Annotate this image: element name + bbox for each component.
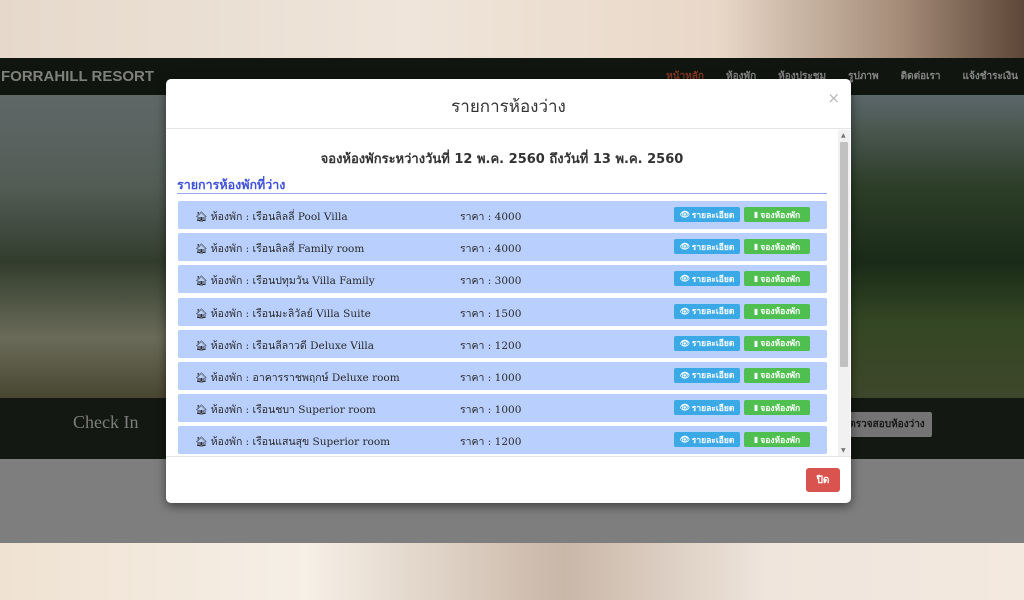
room-list: 🏠︎ ห้องพัก : เรือนลิลลี่ Pool Villa ราคา … [178, 201, 827, 456]
modal-title: รายการห้องว่าง [451, 97, 566, 117]
section-divider [177, 193, 827, 194]
home-icon: 🏠︎ [195, 437, 208, 449]
room-row: 🏠︎ ห้องพัก : เรือนลีลาวดี Deluxe Villa รา… [178, 329, 827, 358]
eye-icon: 👁︎ [679, 274, 690, 284]
book-room-button[interactable]: ▮ จองห้องพัก [744, 303, 810, 319]
scroll-down-icon[interactable]: ▼ [841, 447, 846, 454]
room-price: ราคา : 1500 [460, 307, 522, 320]
room-row: 🏠︎ ห้องพัก : เรือนมะลิวัลย์ Villa Suite ร… [178, 297, 827, 326]
room-detail-button[interactable]: 👁︎ รายละเอียด [674, 271, 740, 287]
home-icon: 🏠︎ [195, 405, 208, 417]
book-icon: ▮ [753, 370, 759, 380]
book-room-button[interactable]: ▮ จองห้องพัก [744, 207, 810, 222]
book-icon: ▮ [753, 210, 759, 219]
book-icon: ▮ [753, 403, 759, 413]
home-icon: 🏠︎ [195, 276, 208, 288]
room-detail-button[interactable]: 👁︎ รายละเอียด [674, 303, 740, 319]
eye-icon: 👁︎ [679, 403, 690, 413]
room-detail-button[interactable]: 👁︎ รายละเอียด [674, 400, 740, 416]
room-name: 🏠︎ ห้องพัก : เรือนลิลลี่ Pool Villa [195, 211, 348, 223]
room-detail-button[interactable]: 👁︎ รายละเอียด [674, 367, 740, 383]
modal-footer: ปิด [166, 456, 851, 503]
room-name: 🏠︎ ห้องพัก : เรือนลิลลี่ Family room [195, 243, 365, 256]
book-icon: ▮ [753, 274, 759, 284]
available-rooms-modal: รายการห้องว่าง × จองห้องพักระหว่างวันที่… [166, 79, 851, 503]
booking-date-heading: จองห้องพักระหว่างวันที่ 12 พ.ค. 2560 ถึง… [320, 152, 684, 167]
room-price: ราคา : 1000 [460, 404, 522, 417]
home-icon: 🏠︎ [195, 212, 208, 223]
room-price: ราคา : 4000 [460, 243, 522, 256]
room-name: 🏠︎ ห้องพัก : อาคารราชพฤกษ์ Deluxe room [195, 371, 400, 384]
eye-icon: 👁︎ [679, 306, 690, 316]
room-name: 🏠︎ ห้องพัก : เรือนแสนสุข Superior room [195, 436, 391, 449]
room-detail-button[interactable]: 👁︎ รายละเอียด [674, 207, 740, 222]
eye-icon: 👁︎ [679, 338, 690, 348]
modal-scrollbar[interactable]: ▲ ▼ [838, 130, 850, 456]
room-row: 🏠︎ ห้องพัก : เรือนแสนสุข Superior room รา… [178, 426, 827, 455]
room-detail-button[interactable]: 👁︎ รายละเอียด [674, 239, 740, 255]
room-row: 🏠︎ ห้องพัก : เรือนลิลลี่ Pool Villa ราคา … [178, 201, 827, 229]
room-price: ราคา : 1200 [460, 339, 522, 352]
book-room-button[interactable]: ▮ จองห้องพัก [744, 271, 810, 287]
eye-icon: 👁︎ [679, 435, 690, 445]
scroll-up-icon[interactable]: ▲ [841, 132, 846, 139]
eye-icon: 👁︎ [679, 370, 690, 380]
close-icon[interactable]: × [827, 89, 840, 107]
home-icon: 🏠︎ [195, 244, 208, 256]
room-price: ราคา : 3000 [460, 275, 522, 288]
room-row: 🏠︎ ห้องพัก : เรือนชบา Superior room ราคา … [178, 394, 827, 423]
room-name: 🏠︎ ห้องพัก : เรือนลีลาวดี Deluxe Villa [195, 339, 375, 352]
home-icon: 🏠︎ [195, 372, 208, 384]
eye-icon: 👁︎ [679, 242, 690, 252]
room-row: 🏠︎ ห้องพัก : เรือนปทุมวัน Villa Family รา… [178, 265, 827, 294]
room-name: 🏠︎ ห้องพัก : เรือนมะลิวัลย์ Villa Suite [195, 307, 371, 320]
room-row: 🏠︎ ห้องพัก : เรือนลิลลี่ Family room ราคา… [178, 233, 827, 262]
book-icon: ▮ [753, 242, 759, 252]
modal-body: จองห้องพักระหว่างวันที่ 12 พ.ค. 2560 ถึง… [166, 130, 851, 456]
book-room-button[interactable]: ▮ จองห้องพัก [744, 367, 810, 383]
room-row: 🏠︎ ห้องพัก : อาคารราชพฤกษ์ Deluxe room รา… [178, 361, 827, 390]
home-icon: 🏠︎ [195, 340, 208, 352]
book-room-button[interactable]: ▮ จองห้องพัก [744, 400, 810, 416]
background-top [0, 0, 1024, 58]
scrollbar-thumb[interactable] [840, 142, 848, 367]
room-detail-button[interactable]: 👁︎ รายละเอียด [674, 335, 740, 351]
available-rooms-title: รายการห้องพักที่ว่าง [177, 177, 286, 192]
modal-header: รายการห้องว่าง × [166, 79, 851, 129]
book-room-button[interactable]: ▮ จองห้องพัก [744, 432, 810, 448]
book-room-button[interactable]: ▮ จองห้องพัก [744, 335, 810, 351]
room-name: 🏠︎ ห้องพัก : เรือนปทุมวัน Villa Family [195, 275, 375, 288]
room-price: ราคา : 4000 [460, 211, 522, 223]
book-icon: ▮ [753, 306, 759, 316]
book-icon: ▮ [753, 435, 759, 445]
eye-icon: 👁︎ [679, 210, 690, 219]
room-price: ราคา : 1200 [460, 436, 522, 449]
room-price: ราคา : 1000 [460, 371, 522, 384]
background-bottom [0, 543, 1024, 600]
room-detail-button[interactable]: 👁︎ รายละเอียด [674, 432, 740, 448]
room-name: 🏠︎ ห้องพัก : เรือนชบา Superior room [195, 404, 376, 417]
close-button[interactable]: ปิด [806, 468, 840, 492]
book-icon: ▮ [753, 338, 759, 348]
book-room-button[interactable]: ▮ จองห้องพัก [744, 239, 810, 255]
home-icon: 🏠︎ [195, 308, 208, 320]
